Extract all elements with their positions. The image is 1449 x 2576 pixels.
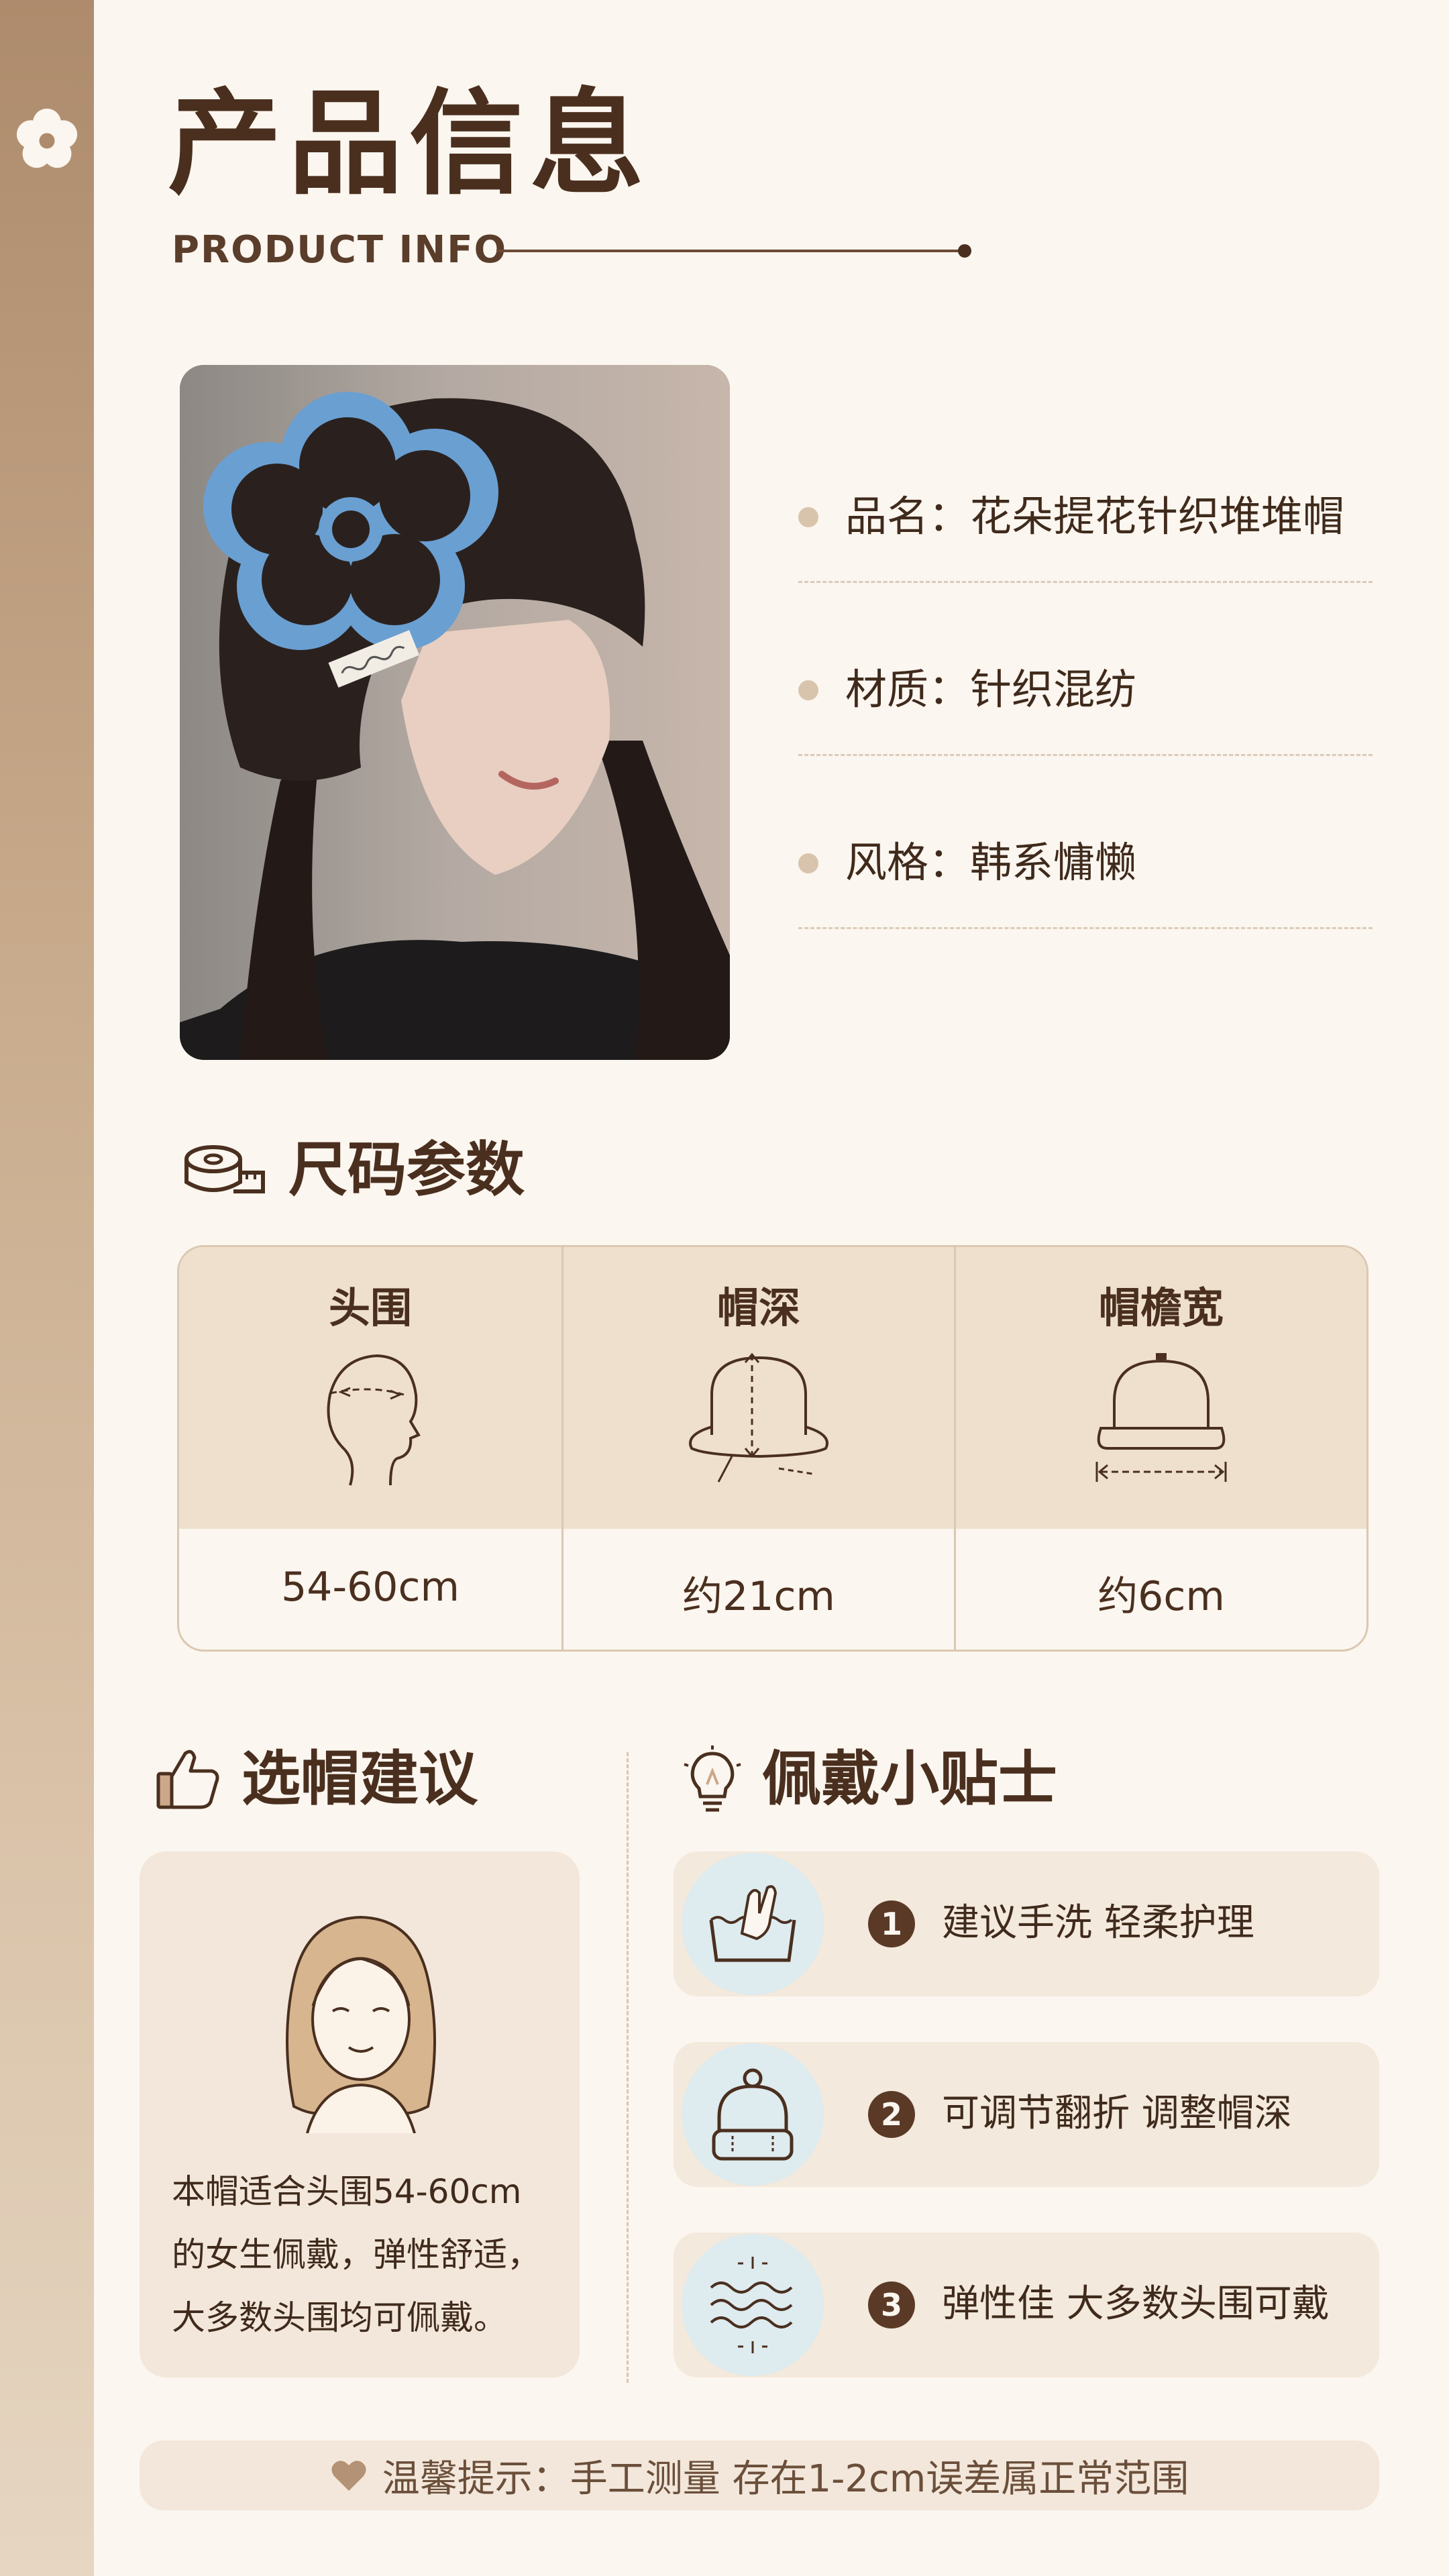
- size-col-brim-width: 帽檐宽 约6cm: [956, 1247, 1366, 1650]
- bullet-dot: [798, 507, 818, 527]
- size-label: 帽檐宽: [1098, 1283, 1224, 1332]
- footer-notice: 温馨提示：手工测量 存在1-2cm误差属正常范围: [140, 2440, 1379, 2510]
- hat-depth-icon: [689, 1352, 828, 1483]
- side-decoration-strip: [0, 0, 94, 2576]
- flower-icon: [16, 108, 78, 168]
- size-label: 头围: [328, 1283, 412, 1332]
- info-material-text: 材质：针织混纺: [845, 665, 1137, 714]
- size-value: 约21cm: [682, 1573, 835, 1620]
- tip-number-badge: 3: [868, 2282, 915, 2328]
- recommendation-text: 本帽适合头围54-60cm 的女生佩戴，弹性舒适， 大多数头围均可佩戴。: [172, 2160, 568, 2349]
- tip-card-2: 2 可调节翻折 调整帽深: [674, 2042, 1379, 2187]
- lightbulb-icon: [684, 1746, 741, 1812]
- size-value: 54-60cm: [281, 1564, 460, 1611]
- recommendation-card: 本帽适合头围54-60cm 的女生佩戴，弹性舒适， 大多数头围均可佩戴。: [140, 1851, 580, 2377]
- dashed-separator: [798, 754, 1373, 756]
- recommendation-line: 的女生佩戴，弹性舒适，: [172, 2235, 541, 2274]
- size-params-heading: 尺码参数: [288, 1135, 525, 1204]
- hat-brim-width-icon: [1095, 1353, 1227, 1482]
- tip-number-badge: 1: [868, 1900, 915, 1947]
- tip-number-badge: 2: [868, 2091, 915, 2138]
- dashed-separator: [798, 581, 1373, 583]
- title-underline: [496, 250, 966, 252]
- thumbs-up-icon: [156, 1750, 219, 1809]
- tip-icon-circle: [682, 2043, 824, 2186]
- stretch-waves-icon: [710, 2257, 793, 2353]
- tip-card-1: 1 建议手洗 轻柔护理: [674, 1851, 1379, 1996]
- page-subtitle: PRODUCT INFO: [172, 228, 508, 272]
- girl-illustration: [286, 1915, 436, 2133]
- head-outline-icon: [327, 1354, 421, 1486]
- page-title: 产品信息: [168, 78, 651, 211]
- bullet-dot: [798, 680, 818, 700]
- hand-wash-icon: [709, 1885, 796, 1962]
- info-name-text: 品名：花朵提花针织堆堆帽: [845, 492, 1345, 541]
- size-label: 帽深: [716, 1283, 800, 1332]
- recommendation-line: 本帽适合头围54-60cm: [172, 2172, 522, 2211]
- beanie-hat-icon: [712, 2068, 794, 2161]
- dashed-separator: [798, 927, 1373, 929]
- product-photo: [180, 365, 730, 1060]
- tip-icon-circle: [682, 1853, 824, 1995]
- tip-text: 建议手洗 轻柔护理: [942, 1901, 1254, 1945]
- size-col-head-circumference: 头围 54-60cm: [179, 1247, 561, 1650]
- measuring-tape-icon: [184, 1145, 265, 1193]
- tip-text: 可调节翻折 调整帽深: [942, 2092, 1292, 2135]
- info-item-name: 品名：花朵提花针织堆堆帽: [798, 492, 1375, 675]
- info-style-text: 风格：韩系慵懒: [845, 838, 1137, 887]
- title-underline-dot: [958, 244, 971, 258]
- info-item-material: 材质：针织混纺: [798, 665, 1375, 848]
- heart-icon: [331, 2461, 366, 2491]
- size-col-hat-depth: 帽深 约21cm: [564, 1247, 954, 1650]
- bullet-dot: [798, 853, 818, 873]
- size-value: 约6cm: [1097, 1573, 1225, 1620]
- recommendation-heading: 选帽建议: [241, 1744, 478, 1813]
- recommendation-line: 大多数头围均可佩戴。: [172, 2298, 507, 2337]
- tip-icon-circle: [682, 2234, 824, 2376]
- column-divider: [627, 1752, 629, 2383]
- tip-text: 弹性佳 大多数头围可戴: [942, 2282, 1330, 2326]
- footer-text: 温馨提示：手工测量 存在1-2cm误差属正常范围: [382, 2457, 1189, 2501]
- info-item-style: 风格：韩系慵懒: [798, 838, 1375, 1021]
- wearing-tips-heading: 佩戴小贴士: [762, 1744, 1058, 1813]
- size-table: 头围 54-60cm 帽深 约21cm 帽檐宽 约6cm: [177, 1245, 1368, 1652]
- tip-card-3: 3 弹性佳 大多数头围可戴: [674, 2233, 1379, 2377]
